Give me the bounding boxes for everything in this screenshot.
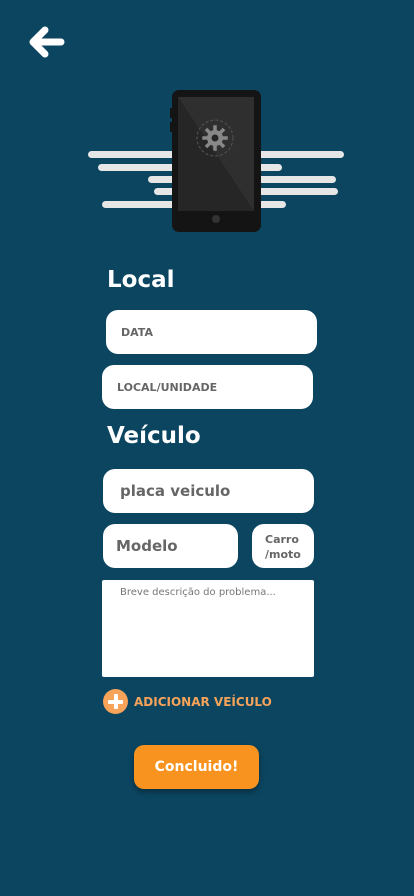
gear-icon — [202, 125, 228, 151]
vehicle-type-line2: /moto — [265, 548, 301, 561]
arrow-left-icon — [29, 26, 65, 58]
vehicle-section-title: Veículo — [107, 423, 201, 449]
plate-input[interactable] — [103, 469, 314, 513]
phone-settings-illustration — [86, 88, 348, 236]
date-input[interactable] — [106, 310, 317, 354]
plus-circle-icon — [103, 689, 128, 714]
local-section-title: Local — [107, 267, 175, 293]
vehicle-type-select[interactable]: Carro /moto — [252, 524, 314, 568]
description-textarea[interactable] — [102, 580, 314, 677]
add-vehicle-label: ADICIONAR VEÍCULO — [134, 694, 272, 709]
vehicle-type-line1: Carro — [265, 533, 299, 546]
model-input[interactable] — [103, 524, 238, 568]
submit-button[interactable]: Concluido! — [134, 745, 259, 789]
back-button[interactable] — [28, 26, 66, 58]
add-vehicle-button[interactable]: ADICIONAR VEÍCULO — [103, 689, 272, 714]
location-input[interactable] — [102, 365, 313, 409]
